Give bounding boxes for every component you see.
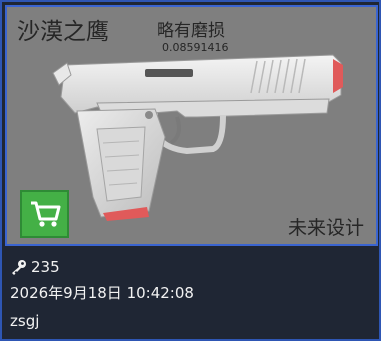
key-icon: [12, 260, 26, 275]
key-count-row: 235: [10, 259, 60, 275]
item-name: 沙漠之鹰: [17, 19, 109, 45]
item-category: 未来设计: [287, 217, 364, 239]
owner-name: zsgj: [10, 312, 40, 330]
wear-label: 略有磨损: [157, 21, 225, 41]
item-image-panel[interactable]: 沙漠之鹰 略有磨损 0.08591416 未来设计: [5, 5, 378, 246]
item-card[interactable]: 沙漠之鹰 略有磨损 0.08591416 未来设计 235 2026年9月18日…: [0, 0, 381, 341]
key-count: 235: [31, 257, 60, 276]
pistol-image: [52, 54, 343, 221]
add-to-cart-button[interactable]: [20, 190, 69, 238]
item-info-panel: 235 2026年9月18日 10:42:08 zsgj: [5, 250, 378, 336]
acquired-datetime: 2026年9月18日 10:42:08: [10, 284, 194, 302]
shopping-cart-icon: [30, 201, 60, 227]
